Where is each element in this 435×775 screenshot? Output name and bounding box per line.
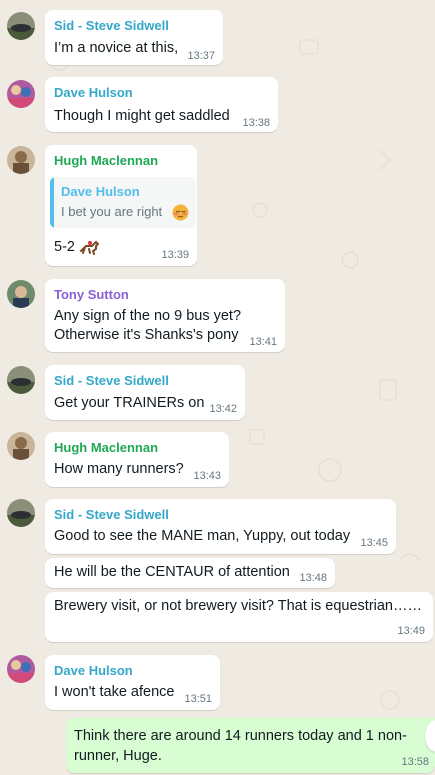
avatar-sid[interactable] [7,366,35,394]
message-time: 13:39 [161,249,189,261]
message-time: 13:37 [187,50,215,62]
avatar-hugh[interactable] [7,146,35,174]
message-text: I won't take afence [54,684,175,700]
avatar-sid[interactable] [7,499,35,527]
message-text-line-2: Otherwise it's Shanks's pony [54,327,239,343]
message-bubble[interactable]: Dave Hulson Though I might get saddled 1… [45,77,278,132]
message-bubble[interactable]: He will be the CENTAUR of attention 13:4… [45,558,335,588]
message-text: Good to see the MANE man, Yuppy, out tod… [54,528,351,544]
message-text: How many runners? [54,461,184,477]
sender-name: Hugh Maclennan [54,153,159,168]
message-text-line-2: runner, Huge. [74,748,162,764]
message-time: 13:58 [401,756,429,768]
sender-name: Dave Hulson [54,85,133,100]
message-bubble[interactable]: Tony Sutton Any sign of the no 9 bus yet… [45,279,285,352]
message-bubble[interactable]: Dave Hulson I won't take afence 13:51 [45,655,220,710]
avatar-dave[interactable] [7,80,35,108]
avatar-dave[interactable] [7,655,35,683]
avatar-hugh[interactable] [7,432,35,460]
message-time: 13:43 [193,470,221,482]
message-text: Get your TRAINERs on [54,395,205,411]
message-text: Brewery visit, or not brewery visit? Tha… [54,598,423,614]
message-text-line-1: Think there are around 14 runners today … [74,728,407,744]
sender-name: Sid - Steve Sidwell [54,373,169,388]
message-time: 13:48 [299,572,327,584]
message-time: 13:42 [209,403,237,415]
message-time: 13:51 [184,693,212,705]
message-text: He will be the CENTAUR of attention [54,564,290,580]
horse-racing-emoji [80,240,99,256]
message-bubble[interactable]: Hugh Maclennan How many runners? 13:43 [45,432,229,487]
quoted-message[interactable]: Dave Hulson I bet you are right [50,177,196,228]
avatar-tony[interactable] [7,280,35,308]
message-text: I’m a novice at this, [54,40,179,56]
message-bubble[interactable]: Sid - Steve Sidwell Good to see the MANE… [45,499,396,554]
sender-name: Tony Sutton [54,287,129,302]
message-time: 13:45 [360,537,388,549]
message-bubble[interactable]: Hugh Maclennan Dave Hulson I bet you are… [45,145,197,266]
quote-accent-bar [50,177,54,228]
outgoing-message-bubble[interactable]: Think there are around 14 runners today … [66,718,435,773]
relieved-face-emoji [172,204,189,221]
sender-name: Sid - Steve Sidwell [54,507,169,522]
message-bubble[interactable]: Sid - Steve Sidwell I’m a novice at this… [45,10,223,65]
message-text: 5-2 [54,236,99,258]
sender-name: Hugh Maclennan [54,440,159,455]
sender-name: Dave Hulson [54,663,133,678]
message-bubble[interactable]: Brewery visit, or not brewery visit? Tha… [45,592,433,642]
sender-name: Sid - Steve Sidwell [54,18,169,33]
quoted-text: I bet you are right [61,204,163,219]
message-time: 13:49 [397,625,425,637]
message-text: Though I might get saddled [54,108,230,124]
message-time: 13:38 [242,117,270,129]
avatar-sid[interactable] [7,12,35,40]
quoted-sender: Dave Hulson [61,184,140,199]
message-bubble[interactable]: Sid - Steve Sidwell Get your TRAINERs on… [45,365,245,420]
message-time: 13:41 [249,336,277,348]
